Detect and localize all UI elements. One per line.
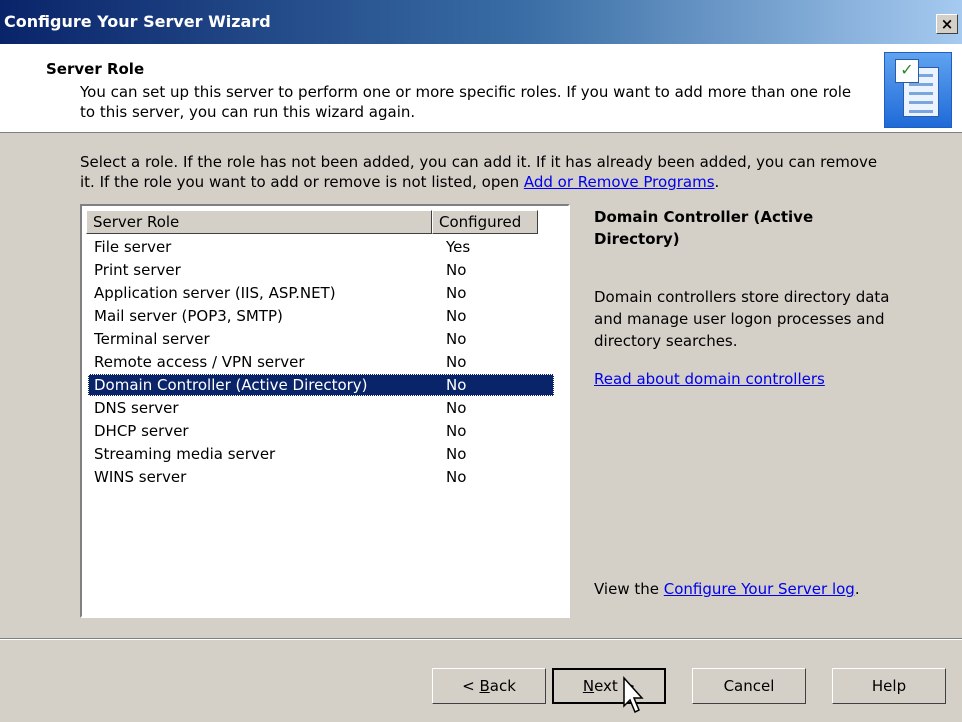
help-button[interactable]: Help xyxy=(832,668,946,704)
back-button[interactable]: < Back xyxy=(432,668,546,704)
mouse-cursor-icon xyxy=(623,676,644,714)
role-name: Remote access / VPN server xyxy=(94,353,305,371)
configure-server-log-link[interactable]: Configure Your Server log xyxy=(664,580,855,598)
read-about-domain-controllers-link[interactable]: Read about domain controllers xyxy=(594,370,825,388)
page-title: Server Role xyxy=(46,60,145,78)
window-title: Configure Your Server Wizard xyxy=(4,12,271,31)
role-name: DHCP server xyxy=(94,422,189,440)
table-row[interactable]: Remote access / VPN server No xyxy=(88,351,554,373)
log-prefix: View the xyxy=(594,580,664,598)
server-role-list[interactable]: Server Role Configured File server Yes Pr… xyxy=(80,204,570,618)
table-row[interactable]: DNS server No xyxy=(88,397,554,419)
next-button[interactable]: Next > xyxy=(552,668,666,704)
table-row[interactable]: WINS server No xyxy=(88,466,554,488)
next-label-accel: N xyxy=(582,677,595,695)
column-header-server-role[interactable]: Server Role xyxy=(86,210,432,234)
role-configured: Yes xyxy=(446,238,471,256)
role-configured: No xyxy=(446,353,467,371)
back-label-pre: < xyxy=(462,677,480,695)
role-configured: No xyxy=(446,330,467,348)
column-header-configured[interactable]: Configured xyxy=(432,210,538,234)
table-row[interactable]: Terminal server No xyxy=(88,328,554,350)
back-label-accel: B xyxy=(479,677,490,695)
role-configured: No xyxy=(446,284,467,302)
role-configured: No xyxy=(446,307,467,325)
list-header: Server Role Configured xyxy=(86,210,562,234)
role-name: Application server (IIS, ASP.NET) xyxy=(94,284,336,302)
role-detail-title: Domain Controller (Active Directory) xyxy=(594,208,814,248)
wizard-header: Server Role You can set up this server t… xyxy=(0,44,962,133)
page-subtitle: You can set up this server to perform on… xyxy=(80,83,852,121)
log-line: View the Configure Your Server log. xyxy=(594,580,860,598)
instructions: Select a role. If the role has not been … xyxy=(80,152,880,192)
role-detail-description: Domain controllers store directory data … xyxy=(594,288,890,350)
table-row[interactable]: Mail server (POP3, SMTP) No xyxy=(88,305,554,327)
close-button[interactable]: × xyxy=(936,14,958,34)
role-name: WINS server xyxy=(94,468,187,486)
role-configured: No xyxy=(446,376,467,394)
role-name: Streaming media server xyxy=(94,445,276,463)
role-name: Domain Controller (Active Directory) xyxy=(94,376,368,394)
role-configured: No xyxy=(446,445,467,463)
role-name: Mail server (POP3, SMTP) xyxy=(94,307,283,325)
role-name: Terminal server xyxy=(94,330,210,348)
role-configured: No xyxy=(446,468,467,486)
server-checklist-icon: ✓ xyxy=(884,52,952,128)
table-row[interactable]: Application server (IIS, ASP.NET) No xyxy=(88,282,554,304)
cancel-button[interactable]: Cancel xyxy=(692,668,806,704)
instructions-text: Select a role. If the role has not been … xyxy=(80,153,878,191)
instructions-end: . xyxy=(714,173,720,191)
role-name: Print server xyxy=(94,261,181,279)
table-row[interactable]: Streaming media server No xyxy=(88,443,554,465)
role-configured: No xyxy=(446,422,467,440)
table-row[interactable]: File server Yes xyxy=(88,236,554,258)
close-icon: × xyxy=(940,15,954,33)
log-suffix: . xyxy=(854,580,860,598)
table-row[interactable]: Print server No xyxy=(88,259,554,281)
role-name: File server xyxy=(94,238,172,256)
back-label-rest: ack xyxy=(489,677,516,695)
role-name: DNS server xyxy=(94,399,179,417)
role-configured: No xyxy=(446,261,467,279)
title-bar: Configure Your Server Wizard × xyxy=(0,0,962,44)
table-row-selected[interactable]: Domain Controller (Active Directory) No xyxy=(88,374,554,396)
footer-divider xyxy=(0,638,962,640)
role-configured: No xyxy=(446,399,467,417)
table-row[interactable]: DHCP server No xyxy=(88,420,554,442)
add-remove-programs-link[interactable]: Add or Remove Programs xyxy=(524,173,715,191)
